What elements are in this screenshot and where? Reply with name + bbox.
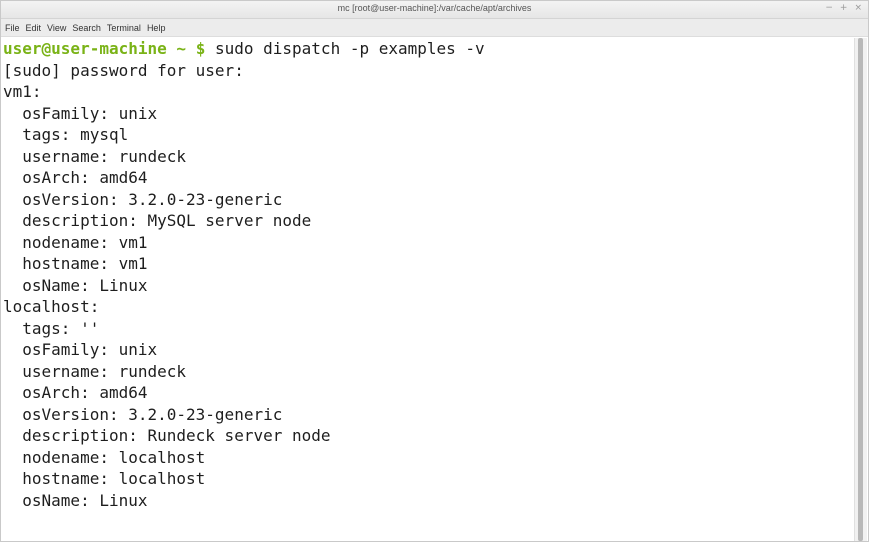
close-icon[interactable]: × xyxy=(854,3,862,13)
prompt-path: ~ xyxy=(176,39,187,58)
output-line: localhost: xyxy=(3,297,100,316)
terminal-output[interactable]: user@user-machine ~ $ sudo dispatch -p e… xyxy=(1,38,856,541)
prompt-symbol: $ xyxy=(195,39,206,58)
output-line: hostname: vm1 xyxy=(3,254,148,273)
output-line: [sudo] password for user: xyxy=(3,60,244,80)
output-line: nodename: localhost xyxy=(3,447,206,467)
output-line: osArch: amd64 xyxy=(3,383,148,402)
output-line: description: MySQL server node xyxy=(3,211,312,230)
output-line: osName: Linux xyxy=(3,490,148,510)
menu-terminal[interactable]: Terminal xyxy=(107,23,141,33)
output-line: tags: mysql xyxy=(3,125,129,144)
menu-bar: File Edit View Search Terminal Help xyxy=(1,19,868,37)
window-title: mc [root@user-machine]:/var/cache/apt/ar… xyxy=(337,3,532,13)
output-line: vm1: xyxy=(3,82,42,101)
maximize-icon[interactable]: + xyxy=(840,3,848,13)
menu-edit[interactable]: Edit xyxy=(26,23,42,33)
vertical-scrollbar[interactable] xyxy=(854,38,867,541)
output-line: osArch: amd64 xyxy=(3,168,148,187)
menu-help[interactable]: Help xyxy=(147,23,166,33)
output-line: username: rundeck xyxy=(3,146,187,166)
output-line: osFamily: unix xyxy=(3,340,158,359)
window-controls: − + × xyxy=(825,3,862,13)
menu-search[interactable]: Search xyxy=(72,23,101,33)
output-line: osVersion: 3.2.0-23-generic xyxy=(3,189,283,209)
output-line: osVersion: 3.2.0-23-generic xyxy=(3,404,283,424)
output-line: osFamily: unix xyxy=(3,103,158,123)
output-line: osName: Linux xyxy=(3,275,148,295)
output-line: hostname: localhost xyxy=(3,469,206,488)
output-line: tags: '' xyxy=(3,318,100,338)
output-line: description: Rundeck server node xyxy=(3,426,331,445)
prompt-user-host: user@user-machine xyxy=(3,39,167,58)
menu-file[interactable]: File xyxy=(5,23,20,33)
prompt-command: sudo dispatch -p examples -v xyxy=(214,39,485,58)
output-line: nodename: vm1 xyxy=(3,232,148,252)
prompt-line: user@user-machine ~ $ sudo dispatch -p e… xyxy=(3,38,856,60)
terminal-window: mc [root@user-machine]:/var/cache/apt/ar… xyxy=(0,0,869,542)
title-bar[interactable]: mc [root@user-machine]:/var/cache/apt/ar… xyxy=(1,1,868,19)
output-line: username: rundeck xyxy=(3,361,187,381)
scrollbar-thumb[interactable] xyxy=(858,38,863,541)
menu-view[interactable]: View xyxy=(47,23,66,33)
minimize-icon[interactable]: − xyxy=(825,3,833,13)
